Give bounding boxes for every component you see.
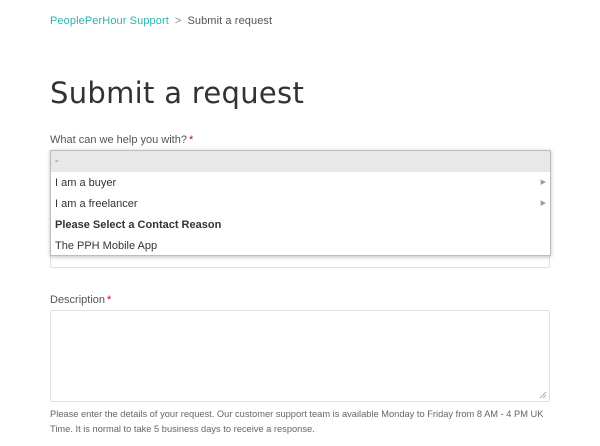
dropdown-option-empty[interactable]: -	[51, 151, 550, 172]
option-label: Please Select a Contact Reason	[55, 219, 222, 231]
description-label-text: Description	[50, 294, 106, 306]
resize-handle-icon[interactable]	[539, 391, 547, 399]
topic-label-text: What can we help you with?	[50, 134, 187, 146]
dropdown-option-buyer[interactable]: I am a buyer ▶	[51, 173, 550, 193]
topic-label: What can we help you with? *	[50, 134, 193, 146]
description-help-text: Please enter the details of your request…	[50, 409, 544, 434]
submenu-arrow-icon: ▶	[540, 200, 546, 207]
description-textarea[interactable]	[50, 310, 550, 402]
option-label: I am a freelancer	[55, 198, 138, 210]
option-label: The PPH Mobile App	[55, 240, 158, 252]
topic-dropdown-list[interactable]: - I am a buyer ▶ I am a freelancer ▶ Ple…	[50, 150, 551, 256]
required-mark: *	[107, 294, 112, 306]
required-mark: *	[188, 134, 194, 146]
breadcrumb-current: Submit a request	[187, 15, 273, 27]
dropdown-option-mobile-app[interactable]: The PPH Mobile App	[51, 236, 550, 256]
breadcrumb: PeoplePerHour Support > Submit a request	[50, 15, 272, 27]
page-title: Submit a request	[50, 76, 305, 110]
option-label: I am a buyer	[55, 177, 117, 189]
dropdown-option-freelancer[interactable]: I am a freelancer ▶	[51, 194, 550, 214]
option-label: -	[55, 155, 59, 167]
submenu-arrow-icon: ▶	[540, 179, 546, 186]
dropdown-option-contact-reason[interactable]: Please Select a Contact Reason	[51, 215, 550, 235]
breadcrumb-home-link[interactable]: PeoplePerHour Support	[50, 15, 169, 27]
breadcrumb-separator: >	[174, 15, 182, 27]
description-label: Description *	[50, 294, 111, 306]
